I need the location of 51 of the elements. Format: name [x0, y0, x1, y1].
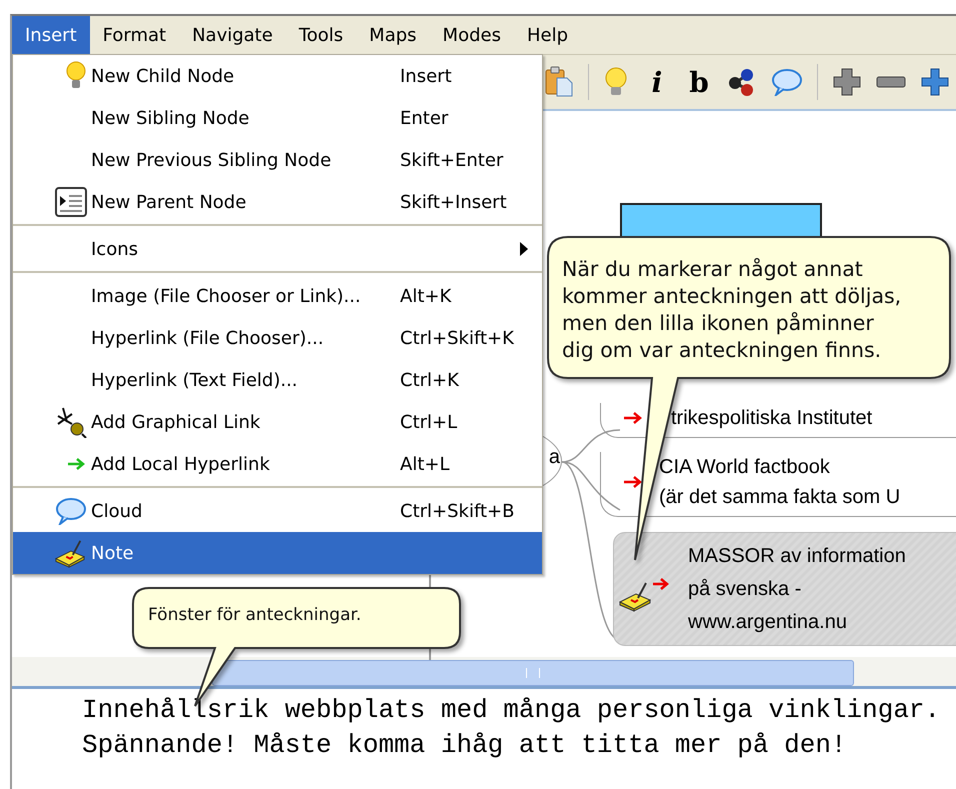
menu-item[interactable]: Icons	[13, 228, 542, 270]
menu-title[interactable]: Help	[514, 16, 582, 54]
scrollbar-thumb[interactable]	[212, 660, 854, 686]
minus-icon[interactable]	[876, 76, 906, 88]
menu-item[interactable]: Add Graphical Link Ctrl+L	[13, 401, 542, 443]
arrow-icon	[67, 458, 87, 470]
node-label[interactable]: (är det samma fakta som U	[659, 482, 900, 512]
menu-item[interactable]: Hyperlink (File Chooser)... Ctrl+Skift+K	[13, 317, 542, 359]
node-label[interactable]: trikespolitiska Institutet	[671, 403, 872, 433]
menu-item[interactable]: Image (File Chooser or Link)... Alt+K	[13, 275, 542, 317]
menu-title[interactable]: Navigate	[179, 16, 286, 54]
node-label: MASSOR av information	[688, 544, 906, 568]
note-icon	[53, 538, 87, 568]
menu-title[interactable]: Insert	[12, 16, 90, 54]
node-label: www.argentina.nu	[688, 610, 848, 634]
speech-bubble-icon[interactable]	[771, 68, 803, 96]
note-icon	[618, 580, 652, 612]
menu-item[interactable]: New Child Node Insert	[13, 55, 542, 97]
menu-item[interactable]: Hyperlink (Text Field)... Ctrl+K	[13, 359, 542, 401]
note-text: Innehållsrik webbplats med många personliga vinklingar.	[82, 694, 942, 727]
arrow-icon	[623, 476, 643, 488]
mind-map-node[interactable]: MASSOR av information på svenska - www.argentina.nu	[613, 532, 956, 646]
menu-item[interactable]: New Previous Sibling Node Skift+Enter	[13, 139, 542, 181]
menu-item[interactable]: Note	[13, 532, 542, 574]
arrow-icon	[652, 578, 670, 590]
italic-button[interactable]: i	[643, 66, 671, 98]
plus-icon[interactable]	[832, 67, 862, 97]
menu-item[interactable]: New Parent Node Skift+Insert	[13, 181, 542, 223]
menu-title[interactable]: Maps	[356, 16, 430, 54]
node-label: a	[548, 446, 560, 469]
speech-bubble-icon	[55, 497, 87, 525]
arrow-icon	[623, 412, 643, 424]
node-label: på svenska -	[688, 576, 802, 602]
menu-title[interactable]: Tools	[286, 16, 356, 54]
menu-item[interactable]: Add Local Hyperlink Alt+L	[13, 443, 542, 485]
plus-icon[interactable]	[920, 67, 950, 97]
note-text: Spännande! Måste komma ihåg att titta mer på den!	[82, 729, 848, 762]
submenu-arrow-icon	[520, 242, 528, 256]
menu-item[interactable]: Cloud Ctrl+Skift+B	[13, 490, 542, 532]
menu-title[interactable]: Modes	[430, 16, 514, 54]
paste-icon[interactable]	[544, 66, 574, 98]
callout-text: När du markerar något annat kommer anteckningen att döljas, men den lilla ikonen påminner dig om var anteckningen finns.	[562, 256, 902, 364]
callout-text: Fönster för anteckningar.	[148, 604, 362, 627]
horizontal-scrollbar[interactable]	[12, 657, 956, 689]
bold-button[interactable]: b	[685, 66, 713, 98]
menu-title[interactable]: Format	[90, 16, 180, 54]
bulb-icon	[65, 61, 87, 91]
menu-item[interactable]: New Sibling Node Enter	[13, 97, 542, 139]
outline-icon	[55, 187, 87, 217]
graphical-link-icon	[55, 406, 87, 438]
node-label[interactable]: CIA World factbook	[659, 452, 900, 482]
